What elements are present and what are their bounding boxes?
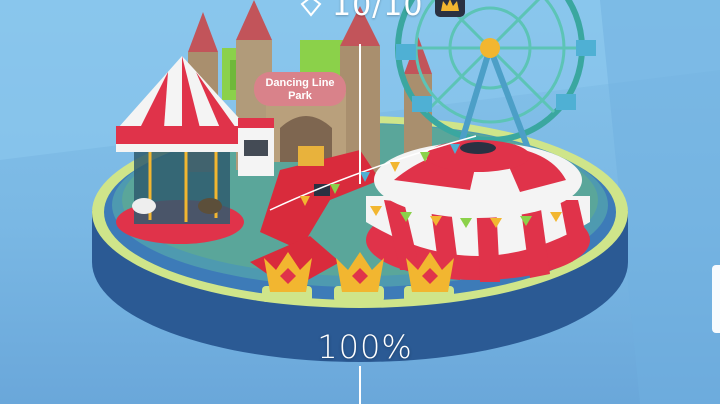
- ticket-booth: [238, 118, 274, 176]
- gem-counter-text: 10/10: [332, 0, 424, 23]
- diamond-icon: [300, 0, 322, 17]
- crown-badge-icon: [435, 0, 466, 17]
- gate-sign-line1: Dancing Line: [265, 77, 335, 89]
- completion-percent: 100%: [317, 328, 413, 366]
- gem-counter: 10/10: [300, 0, 480, 23]
- gate-sign: Dancing Line Park: [255, 71, 345, 109]
- circus-tent: [366, 140, 590, 282]
- gate-sign-line2: Park: [288, 90, 312, 102]
- scroll-handle[interactable]: [712, 265, 720, 333]
